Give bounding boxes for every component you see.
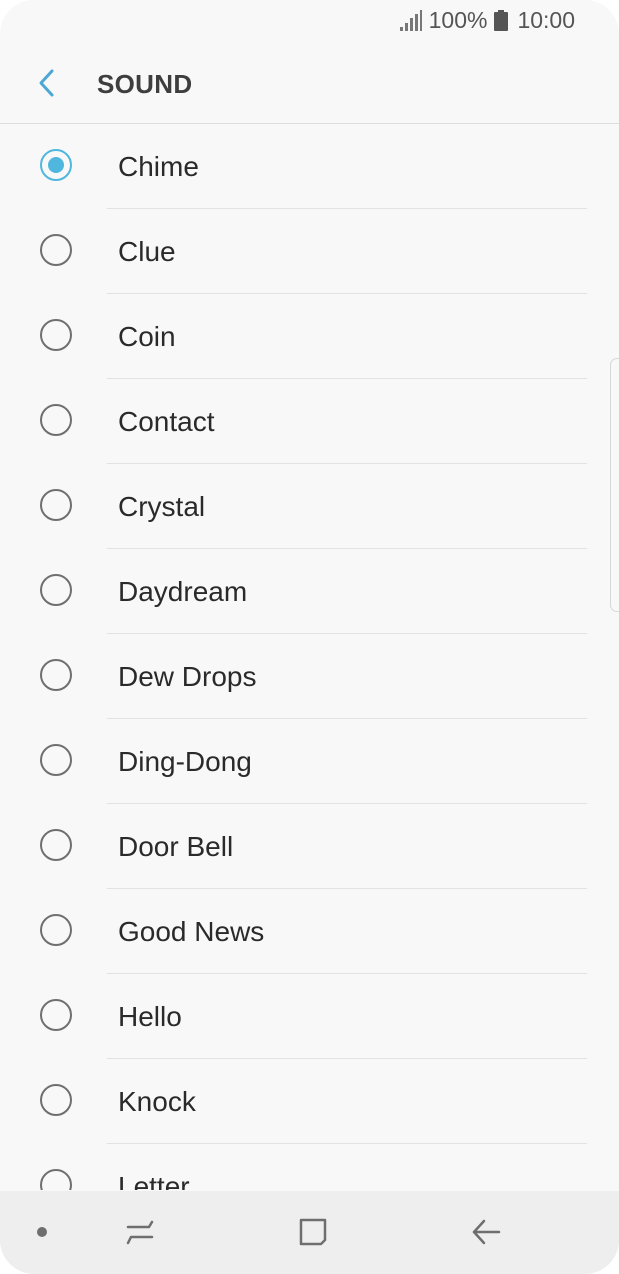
recent-apps-icon (126, 1220, 154, 1245)
back-button[interactable] (28, 64, 66, 102)
sound-option-label: Letter (118, 1171, 190, 1190)
dot-icon (37, 1227, 47, 1237)
sound-list[interactable]: Chime Clue Coin Contact Crystal Daydream Dew D… (0, 124, 619, 1190)
sound-option[interactable]: Hello (0, 974, 619, 1059)
radio-unchecked-icon[interactable] (40, 914, 72, 946)
sound-option-label: Good News (118, 916, 265, 947)
navigation-bar (0, 1191, 619, 1274)
radio-unchecked-icon[interactable] (40, 574, 72, 606)
radio-unchecked-icon[interactable] (40, 234, 72, 266)
sound-option[interactable]: Clue (0, 209, 619, 294)
radio-unchecked-icon[interactable] (40, 744, 72, 776)
sound-option[interactable]: Door Bell (0, 804, 619, 889)
radio-unchecked-icon[interactable] (40, 489, 72, 521)
sound-option[interactable]: Good News (0, 889, 619, 974)
sound-option[interactable]: Dew Drops (0, 634, 619, 719)
status-indicators: 100% 10:00 (399, 7, 575, 34)
home-button[interactable] (288, 1207, 338, 1257)
battery-percent: 100% (428, 7, 488, 33)
sound-option-label: Door Bell (118, 831, 234, 862)
radio-unchecked-icon[interactable] (40, 319, 72, 351)
sound-option[interactable]: Daydream (0, 549, 619, 634)
sound-option-label: Contact (118, 406, 215, 437)
radio-unchecked-icon[interactable] (40, 659, 72, 691)
status-bar: 100% 10:00 (0, 0, 619, 42)
sound-option[interactable]: Chime (0, 124, 619, 209)
recent-apps-button[interactable] (115, 1207, 165, 1257)
chevron-left-icon (39, 69, 54, 97)
sound-option-label: Clue (118, 236, 176, 267)
battery-icon (494, 10, 509, 31)
app-header: SOUND (0, 42, 619, 124)
radio-checked-icon[interactable] (40, 149, 72, 181)
back-nav-button[interactable] (461, 1207, 511, 1257)
sound-option-label: Dew Drops (118, 661, 257, 692)
sound-option-label: Hello (118, 1001, 182, 1032)
sound-option[interactable]: Coin (0, 294, 619, 379)
radio-unchecked-icon[interactable] (40, 829, 72, 861)
sound-option[interactable]: Knock (0, 1059, 619, 1144)
page-title: SOUND (97, 69, 193, 99)
radio-unchecked-icon[interactable] (40, 999, 72, 1031)
sound-option[interactable]: Ding-Dong (0, 719, 619, 804)
sound-option-label: Ding-Dong (118, 746, 252, 777)
sound-option-label: Daydream (118, 576, 248, 607)
back-arrow-icon (472, 1219, 501, 1245)
phone-screen: 100% 10:00 SOUND Chime Clue Coin Contact Cry… (0, 0, 619, 1274)
sound-option-label: Crystal (118, 491, 206, 522)
sound-option-label: Chime (118, 151, 199, 182)
scrollbar[interactable] (610, 358, 619, 612)
sound-option-label: Coin (118, 321, 176, 352)
nav-dot-button[interactable] (17, 1207, 67, 1257)
radio-unchecked-icon[interactable] (40, 1169, 72, 1190)
clock: 10:00 (517, 7, 575, 33)
signal-icon (399, 9, 422, 31)
sound-option[interactable]: Contact (0, 379, 619, 464)
sound-option-label: Knock (118, 1086, 196, 1117)
radio-unchecked-icon[interactable] (40, 404, 72, 436)
radio-unchecked-icon[interactable] (40, 1084, 72, 1116)
sound-option[interactable]: Crystal (0, 464, 619, 549)
home-icon (299, 1218, 327, 1246)
sound-option[interactable]: Letter (0, 1144, 619, 1190)
